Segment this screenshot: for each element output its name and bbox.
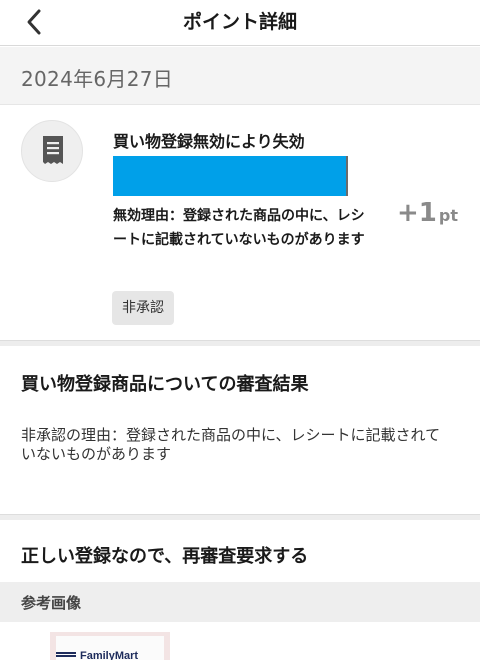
receipt-icon [43, 136, 63, 164]
rerequest-label: 正しい登録なので、再審査要求する [21, 546, 309, 567]
receipt-image: FamilyMart [56, 636, 164, 660]
status-badge: 非承認 [112, 291, 174, 325]
review-reason-text: 非承認の理由：登録された商品の中に、レシートに記載されていないものがあります [21, 426, 441, 463]
review-section: 買い物登録商品についての審査結果 非承認の理由：登録された商品の中に、レシートに… [0, 346, 480, 514]
entry-date: 2024年6月27日 [21, 67, 174, 91]
reference-image-thumbnail[interactable]: FamilyMart [50, 632, 170, 660]
reference-image-header: 参考画像 [0, 582, 480, 622]
rerequest-review-button[interactable]: 正しい登録なので、再審査要求する [0, 520, 480, 582]
date-section: 2024年6月27日 [0, 47, 480, 105]
reference-image-label: 参考画像 [21, 594, 82, 612]
points-amount: +1 pt [397, 198, 458, 228]
entry-title: 買い物登録無効により失効 [113, 132, 305, 151]
page-title: ポイント詳細 [182, 11, 297, 33]
point-entry: 買い物登録無効により失効 無効理由：登録された商品の中に、レシートに記載されてい… [0, 106, 480, 340]
review-heading: 買い物登録商品についての審査結果 [21, 374, 309, 395]
points-value: +1 [397, 198, 437, 228]
points-unit: pt [438, 206, 458, 225]
thumbnail-store-name: FamilyMart [80, 650, 139, 660]
receipt-icon-container [21, 120, 83, 182]
redacted-area [113, 156, 348, 196]
invalid-reason: 無効理由：登録された商品の中に、レシートに記載されていないものがあります [113, 208, 365, 248]
app-header: ポイント詳細 [0, 0, 480, 46]
familymart-logo-bars [56, 652, 76, 660]
